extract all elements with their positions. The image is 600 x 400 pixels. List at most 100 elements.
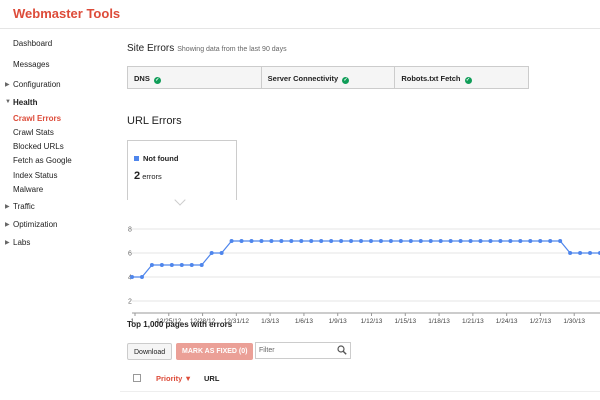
collapse-triangle-icon[interactable]: ▼	[5, 99, 11, 105]
sidebar-item-messages[interactable]: Messages	[13, 60, 49, 69]
data-point	[269, 239, 274, 243]
column-header-priority[interactable]: Priority ▼	[156, 374, 192, 383]
data-point	[249, 239, 254, 243]
x-tick-label: 1/18/13	[428, 318, 450, 325]
column-header-url[interactable]: URL	[204, 374, 219, 383]
data-point	[159, 263, 164, 267]
data-point	[398, 239, 403, 243]
data-point	[139, 275, 144, 279]
x-tick-label: 1/6/13	[295, 318, 313, 325]
x-tick-label: 1/12/13	[361, 318, 383, 325]
error-count-unit: errors	[142, 172, 162, 181]
url-errors-title: URL Errors	[127, 115, 182, 127]
data-point	[488, 239, 493, 243]
expand-triangle-icon[interactable]: ▶	[5, 203, 10, 210]
sidebar-item-malware[interactable]: Malware	[13, 185, 43, 194]
expand-triangle-icon[interactable]: ▶	[5, 221, 10, 228]
data-point	[339, 239, 344, 243]
sort-down-icon: ▼	[184, 374, 192, 383]
sidebar-item-dashboard[interactable]: Dashboard	[13, 39, 52, 48]
expand-triangle-icon[interactable]: ▶	[5, 81, 10, 88]
check-circle-icon: ✓	[464, 77, 472, 84]
sidebar-item-fetch-as-google[interactable]: Fetch as Google	[13, 156, 72, 165]
select-all-checkbox[interactable]	[133, 374, 141, 382]
status-label: Server Connectivity	[267, 74, 339, 83]
series-line	[132, 240, 600, 278]
error-count: 2 errors	[134, 170, 162, 182]
data-point	[378, 239, 383, 243]
url-errors-chart: 24681... 12/25/12 12/28/12 12/31/12 1/3/13 1/…	[128, 227, 600, 325]
data-point	[558, 239, 563, 243]
data-point	[289, 239, 294, 243]
data-point	[548, 239, 553, 243]
legend-swatch	[134, 156, 139, 161]
data-point	[448, 239, 453, 243]
filter-placeholder: Filter	[259, 347, 275, 354]
data-point	[259, 239, 264, 243]
status-label: Robots.txt Fetch	[401, 74, 461, 83]
table-header-divider	[120, 391, 600, 392]
site-errors-title: Site Errors	[127, 43, 175, 54]
data-point	[588, 251, 593, 255]
y-tick-label: 6	[128, 251, 132, 258]
sidebar-item-crawl-stats[interactable]: Crawl Stats	[13, 128, 54, 137]
data-point	[528, 239, 533, 243]
sidebar-item-configuration[interactable]: Configuration	[13, 80, 61, 89]
data-point	[458, 239, 463, 243]
data-point	[279, 239, 284, 243]
data-point	[578, 251, 583, 255]
site-errors-subtitle: Showing data from the last 90 days	[177, 46, 287, 53]
expand-triangle-icon[interactable]: ▶	[5, 239, 10, 246]
data-point	[568, 251, 573, 255]
sidebar-item-traffic[interactable]: Traffic	[13, 202, 35, 211]
sidebar-item-optimization[interactable]: Optimization	[13, 220, 57, 229]
data-point	[468, 239, 473, 243]
data-point	[368, 239, 373, 243]
status-server-connectivity[interactable]: Server Connectivity ✓	[262, 67, 396, 88]
sidebar-item-labs[interactable]: Labs	[13, 238, 30, 247]
data-point	[508, 239, 513, 243]
check-circle-icon: ✓	[153, 77, 161, 84]
sidebar: Dashboard Messages ▶ Configuration ▼ Hea…	[0, 29, 112, 400]
data-point	[418, 239, 423, 243]
data-point	[538, 239, 543, 243]
data-point	[319, 239, 324, 243]
data-point	[408, 239, 413, 243]
table-caption: Top 1,000 pages with errors	[127, 320, 233, 329]
data-point	[518, 239, 523, 243]
x-tick-label: 1/27/13	[530, 318, 552, 325]
column-priority-label: Priority	[156, 374, 183, 383]
site-errors-status-table: DNS ✓ Server Connectivity ✓ Robots.txt Fet…	[127, 66, 529, 89]
status-dns[interactable]: DNS ✓	[128, 67, 262, 88]
data-point	[428, 239, 433, 243]
check-circle-icon: ✓	[342, 77, 350, 84]
search-icon[interactable]	[337, 345, 347, 355]
main-content: Site Errors Showing data from the last 90…	[120, 29, 600, 400]
legend-not-found: Not found	[134, 154, 178, 163]
sidebar-item-index-status[interactable]: Index Status	[13, 171, 57, 180]
app-logo[interactable]: Webmaster Tools	[13, 6, 120, 21]
data-point	[209, 251, 214, 255]
sidebar-item-health[interactable]: Health	[13, 98, 37, 107]
status-label: DNS	[134, 74, 150, 83]
error-type-tab-not-found[interactable]: Not found 2 errors	[127, 140, 237, 200]
top-bar: Webmaster Tools	[0, 0, 600, 29]
x-tick-label: 1/30/13	[563, 318, 585, 325]
x-tick-label: 1/3/13	[261, 318, 279, 325]
download-button[interactable]: Download	[127, 343, 173, 360]
data-point	[478, 239, 483, 243]
data-point	[199, 263, 204, 267]
filter-input[interactable]: Filter	[255, 342, 351, 359]
data-point	[349, 239, 354, 243]
x-tick-label: 1/21/13	[462, 318, 484, 325]
mark-as-fixed-button[interactable]: MARK AS FIXED (0)	[176, 343, 254, 360]
data-point	[179, 263, 184, 267]
error-count-value: 2	[134, 170, 141, 182]
data-point	[329, 239, 334, 243]
sidebar-item-blocked-urls[interactable]: Blocked URLs	[13, 142, 64, 151]
data-point	[189, 263, 194, 267]
sidebar-item-crawl-errors[interactable]: Crawl Errors	[13, 114, 61, 123]
y-tick-label: 2	[128, 299, 132, 306]
legend-label: Not found	[143, 154, 179, 163]
status-robots-fetch[interactable]: Robots.txt Fetch ✓	[395, 67, 528, 88]
